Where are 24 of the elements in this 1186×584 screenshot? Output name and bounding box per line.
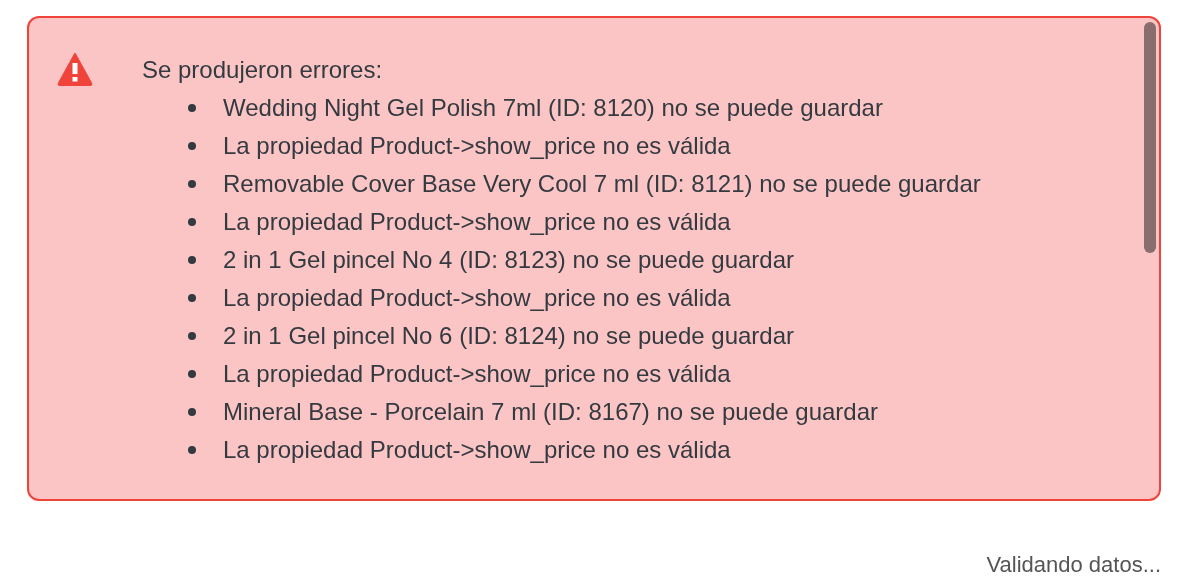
bullet-icon (188, 446, 196, 454)
warning-icon (57, 52, 93, 86)
error-message: La propiedad Product->show_price no es válida (223, 359, 731, 389)
bullet-icon (188, 218, 196, 226)
error-message: La propiedad Product->show_price no es válida (223, 131, 731, 161)
bullet-icon (188, 294, 196, 302)
error-message: 2 in 1 Gel pincel No 4 (ID: 8123) no se puede guardar (223, 245, 795, 275)
bullet-icon (188, 180, 196, 188)
status-text: Validando datos... (985, 552, 1161, 578)
alert-title: Se produjeron errores: (142, 55, 384, 85)
error-message: Wedding Night Gel Polish 7ml (ID: 8120) no se puede guardar (223, 93, 883, 123)
error-message: Mineral Base - Porcelain 7 ml (ID: 8167) no se puede guardar (223, 397, 878, 427)
bullet-icon (188, 332, 196, 340)
error-message: Removable Cover Base Very Cool 7 ml (ID: 8121) no se puede guardar (223, 169, 981, 199)
error-message: La propiedad Product->show_price no es válida (223, 283, 731, 313)
error-message: La propiedad Product->show_price no es válida (223, 435, 731, 465)
bullet-icon (188, 104, 196, 112)
bullet-icon (188, 370, 196, 378)
bullet-icon (188, 142, 196, 150)
error-message: 2 in 1 Gel pincel No 6 (ID: 8124) no se puede guardar (223, 321, 795, 351)
bullet-icon (188, 408, 196, 416)
error-message: La propiedad Product->show_price no es válida (223, 207, 731, 237)
scrollbar[interactable] (1144, 22, 1156, 253)
bullet-icon (188, 256, 196, 264)
